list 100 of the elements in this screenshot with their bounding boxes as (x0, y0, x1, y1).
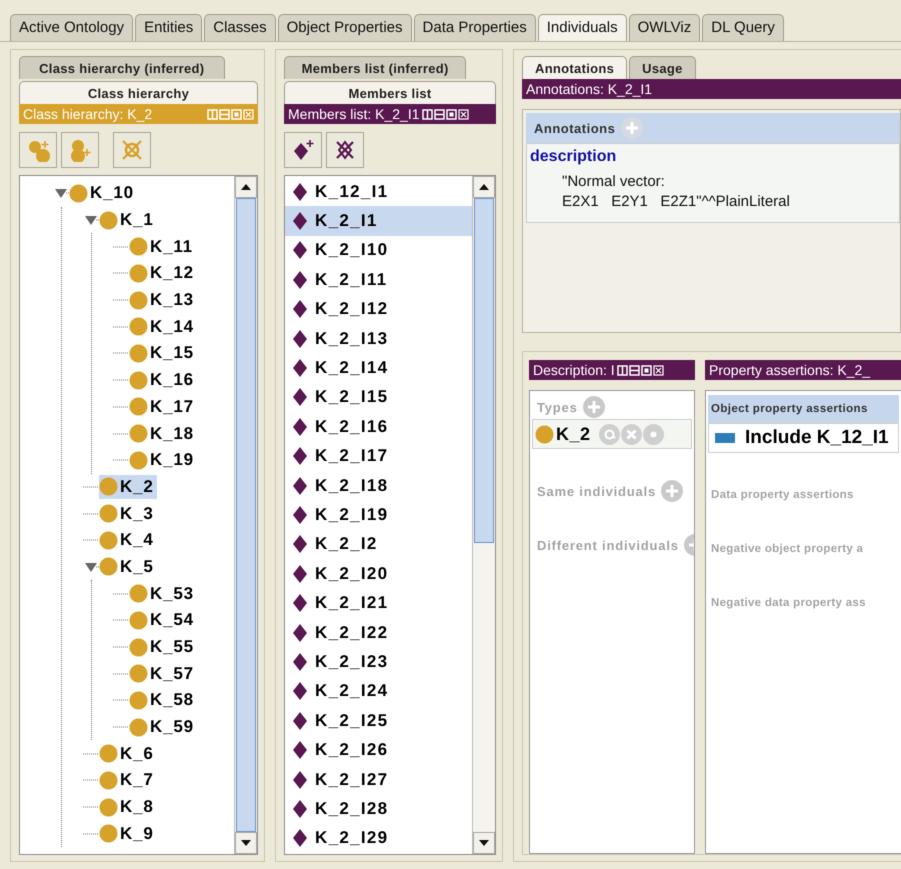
view-tab[interactable]: Members list (284, 81, 496, 104)
scroll-down-button[interactable] (473, 832, 495, 854)
minimize-icon[interactable] (434, 108, 444, 120)
individual-item[interactable]: K_2_I23 (285, 647, 472, 677)
main-tab[interactable]: Entities (135, 14, 202, 41)
scroll-up-button[interactable] (473, 176, 495, 198)
main-tab[interactable]: Individuals (538, 14, 627, 41)
individual-item[interactable]: K_2_I15 (285, 382, 472, 412)
tree-item[interactable]: K_57 (129, 662, 197, 686)
tree-item[interactable]: K_1 (99, 208, 157, 232)
individual-item[interactable]: K_2_I2 (285, 530, 472, 560)
section-label: Negative data property ass (711, 597, 866, 609)
main-tab[interactable]: Classes (204, 14, 276, 41)
individual-item[interactable]: K_2_I29 (285, 824, 472, 853)
individual-item[interactable]: K_12_I1 (285, 177, 472, 206)
individual-item[interactable]: K_2_I19 (285, 500, 472, 530)
tree-item[interactable]: K_15 (129, 341, 197, 366)
view-tab[interactable]: Class hierarchy (19, 81, 258, 104)
scroll-up-button[interactable] (235, 176, 257, 198)
split-icon[interactable] (422, 108, 432, 120)
individual-item[interactable]: K_2_I10 (285, 236, 472, 266)
class-dot-icon (129, 370, 148, 390)
tree-item[interactable]: K_19 (129, 448, 197, 472)
property-assertion[interactable]: Include K_12_I1 (708, 423, 899, 453)
individual-item[interactable]: K_2_I16 (285, 412, 472, 442)
class-dot-icon (99, 770, 118, 790)
individual-item[interactable]: K_2_I28 (285, 794, 472, 824)
close-icon[interactable] (652, 364, 664, 376)
tree-item[interactable]: K_18 (129, 422, 197, 446)
individual-item[interactable]: K_2_I25 (285, 706, 472, 736)
individual-item[interactable]: K_2_I27 (285, 764, 472, 794)
main-tab[interactable]: Active Ontology (10, 14, 134, 41)
tree-item[interactable]: K_53 (129, 582, 197, 606)
object-property-icon (715, 433, 735, 443)
individual-diamond-icon (293, 182, 307, 201)
view-tab[interactable]: Class hierarchy (inferred) (19, 56, 225, 79)
tree-item[interactable]: K_2 (99, 474, 157, 499)
tree-item[interactable]: K_10 (69, 181, 137, 206)
individual-diamond-icon (293, 506, 307, 524)
add-individual-button[interactable] (284, 132, 322, 168)
tree-item[interactable]: K_55 (129, 635, 197, 660)
tree-item[interactable]: K_59 (129, 715, 197, 740)
scroll-thumb[interactable] (236, 198, 256, 832)
individual-item[interactable]: K_2_I18 (285, 470, 472, 500)
individual-item[interactable]: K_2_I12 (285, 294, 472, 324)
individual-item[interactable]: K_2_I14 (285, 353, 472, 383)
tree-item[interactable]: K_14 (129, 314, 197, 339)
tree-item[interactable]: K_3 (99, 502, 157, 526)
tree-item[interactable]: K_13 (129, 288, 197, 312)
individual-item[interactable]: K_2_I24 (285, 676, 472, 706)
individual-diamond-icon (293, 594, 307, 612)
tree-item[interactable]: K_54 (129, 608, 197, 632)
individual-item[interactable]: K_2_I17 (285, 442, 472, 471)
individual-item[interactable]: K_2_I22 (285, 618, 472, 648)
tree-item[interactable]: K_7 (99, 768, 157, 792)
tree-item[interactable]: K_58 (129, 688, 197, 712)
class-dot-icon (129, 610, 148, 630)
down-arrow-icon (478, 839, 490, 847)
individual-item[interactable]: K_2_I13 (285, 324, 472, 354)
tree-item[interactable]: K_4 (99, 528, 157, 552)
individual-item[interactable]: K_2_I20 (285, 559, 472, 588)
annotation-property[interactable]: description (530, 148, 899, 166)
scroll-down-button[interactable] (235, 832, 257, 854)
tree-item[interactable]: K_17 (129, 394, 197, 419)
main-tab[interactable]: OWLViz (628, 14, 700, 41)
up-arrow-icon (240, 183, 252, 191)
maximize-icon[interactable] (640, 364, 652, 376)
class-dot-icon (129, 664, 148, 684)
individual-diamond-icon (293, 682, 307, 700)
tree-item[interactable]: K_9 (99, 822, 157, 846)
down-arrow-icon (240, 839, 252, 847)
individual-diamond-icon (293, 564, 307, 583)
split-icon[interactable] (616, 364, 628, 376)
view-tab[interactable]: Annotations (522, 56, 628, 79)
main-tab[interactable]: Data Properties (414, 14, 536, 41)
view-tab[interactable]: Usage (629, 56, 696, 79)
tree-item[interactable]: K_5 (99, 554, 157, 579)
section-label: Same individuals (537, 484, 656, 498)
minimize-icon[interactable] (628, 364, 640, 376)
individual-item[interactable]: K_2_I26 (285, 735, 472, 765)
tree-item[interactable]: K_8 (99, 795, 157, 820)
close-icon[interactable] (458, 108, 468, 120)
maximize-icon[interactable] (446, 108, 456, 120)
tree-item[interactable]: K_12 (129, 261, 197, 286)
main-tab[interactable]: Object Properties (278, 14, 412, 41)
tree-item[interactable]: K_6 (99, 742, 157, 766)
class-dot-icon (129, 718, 148, 737)
class-dot-icon (129, 264, 148, 283)
delete-individual-button[interactable] (326, 132, 364, 168)
individual-item[interactable]: K_2_I1 (285, 206, 472, 236)
individual-item[interactable]: K_2_I11 (285, 265, 472, 295)
tree-item[interactable]: K_11 (129, 234, 196, 259)
main-tab[interactable]: DL Query (702, 14, 784, 41)
class-dot-icon (129, 317, 148, 336)
class-dot-icon (99, 530, 118, 550)
up-arrow-icon (478, 183, 490, 191)
view-tab[interactable]: Members list (inferred) (284, 56, 466, 79)
tree-item[interactable]: K_16 (129, 368, 197, 392)
individual-item[interactable]: K_2_I21 (285, 588, 472, 618)
scroll-thumb[interactable] (474, 198, 494, 543)
